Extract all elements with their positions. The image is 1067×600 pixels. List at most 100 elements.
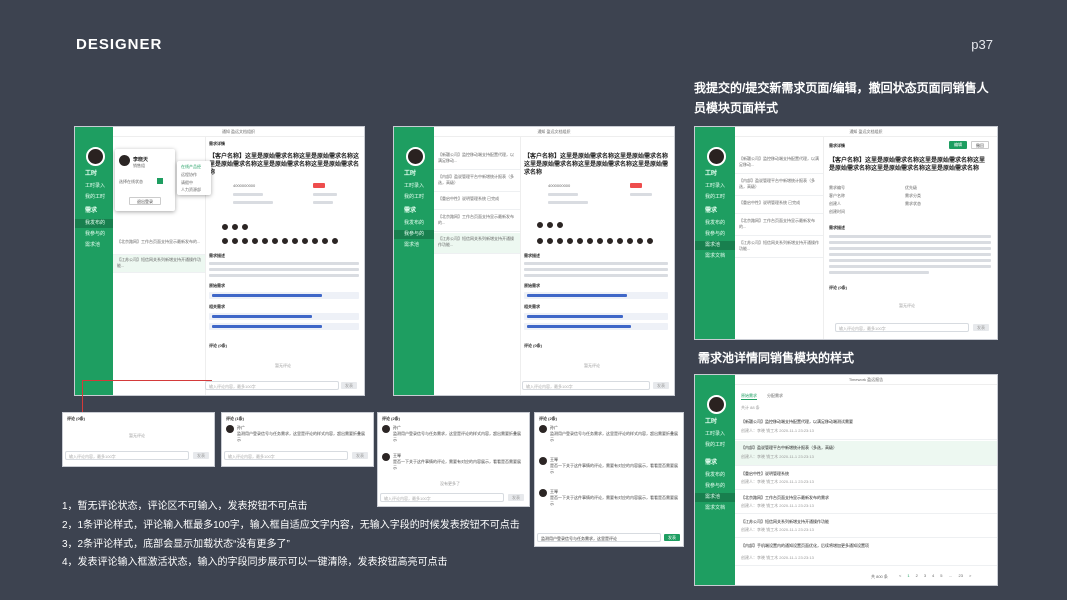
list-item[interactable]: 【江苏公司】短信网关系列新增支持开通操作功能...	[735, 237, 823, 258]
sidebar-item[interactable]: 我发布的	[695, 471, 735, 480]
sidebar-item-sel[interactable]: 我参与的	[394, 230, 434, 239]
tab-raw[interactable]: 原始需求	[741, 393, 757, 400]
send-button[interactable]: 发表	[973, 324, 989, 331]
logout-button[interactable]: 退出登录	[129, 197, 161, 205]
comment-input[interactable]: 输入评论内容，最多100字	[65, 451, 189, 460]
avatar[interactable]	[707, 147, 726, 166]
sidebar-item[interactable]: 需求池	[394, 241, 434, 250]
sidebar-item-sel[interactable]: 我发布的	[75, 219, 113, 228]
page-link[interactable]: 5	[940, 573, 942, 578]
list-item[interactable]: 【北京路网】工作台页面支持显示最新发布的...	[113, 237, 205, 255]
send-button[interactable]: 发表	[193, 452, 209, 459]
comment-input[interactable]: 输入评论内容，最多100字	[224, 451, 348, 460]
sidebar-item[interactable]: 需求文档	[695, 252, 735, 261]
pool-item[interactable]: 【北京路网】工作台页面支持显示最新发布的需求 创建人：李晓 销工木 2020-11…	[735, 491, 997, 514]
send-button-active[interactable]: 发表	[664, 534, 680, 541]
page-prev[interactable]: <	[899, 573, 901, 578]
page-link[interactable]: 3	[924, 573, 926, 578]
comment-input[interactable]: 输入评论内容，最多100字	[835, 323, 969, 332]
list-item[interactable]: 【北京路网】工作台页面支持显示最新发布的...	[434, 211, 520, 232]
avatar	[226, 425, 234, 433]
sidebar-demand[interactable]: 需求	[695, 459, 735, 468]
pool-item[interactable]: 【江苏公司】短信网关系列新增支持开通操作功能 创建人：李晓 销工木 2020-11…	[735, 515, 997, 538]
tab-assigned[interactable]: 分配需求	[767, 393, 783, 399]
sidebar-item[interactable]: 我的工时	[75, 193, 113, 202]
sidebar-demand[interactable]: 需求	[75, 207, 113, 216]
detail-title: 【客户名称】这里是原始需求名称这里是原始需求名称这里是原始需求名称这里是原始需求…	[209, 154, 360, 176]
list-item[interactable]: 【内部】盈说管理平台中新增统计报表（多选，高级）	[434, 171, 520, 192]
field-value: 4000000000	[548, 183, 571, 188]
send-button[interactable]: 发表	[508, 494, 524, 501]
sidebar-item[interactable]: 需求池	[75, 241, 113, 250]
sidebar-item-sel[interactable]: 需求池	[695, 241, 735, 250]
sidebar-item[interactable]: 工时录入	[695, 182, 735, 191]
brand-logo: DESIGNER	[76, 36, 163, 53]
sidebar-demand[interactable]: 需求	[394, 207, 434, 216]
status-option[interactable]: 人力资源部	[181, 187, 201, 193]
list-item[interactable]: 【江苏公司】短信网关系列新增支持开通操作功能...	[113, 255, 205, 273]
field-key: 优先级	[905, 185, 917, 190]
sidebar-item[interactable]: 我发布的	[695, 219, 735, 228]
comment-entry: 孙广 监测用户登录信号与任务需求，这里是评论的样式内容，超出需要折叠展示	[226, 425, 366, 445]
send-button[interactable]: 发表	[341, 382, 357, 389]
avatar[interactable]	[707, 395, 726, 414]
sidebar-work[interactable]: 工时	[75, 170, 113, 179]
list-item[interactable]: 【新疆公司】监控移动端支持配置代理，以满足移动...	[735, 153, 823, 174]
sidebar-item[interactable]: 工时录入	[394, 182, 434, 191]
comment-input[interactable]: 输入评论内容，最多100字	[522, 381, 650, 390]
send-button[interactable]: 发表	[653, 382, 669, 389]
detail-header: 需求详情	[209, 141, 225, 146]
pool-item[interactable]: 【内部】盈说管理平台中新增统计报表（多选，高级） 创建人：李晓 销工木 2020-…	[735, 441, 997, 466]
sidebar-item[interactable]: 工时录入	[695, 430, 735, 439]
section-desc: 需求描述	[829, 225, 845, 230]
status-option[interactable]: 请假中	[181, 180, 193, 186]
list-item[interactable]: 【内部】盈说管理平台中新增统计报表（多选，高级）	[735, 175, 823, 196]
list-item[interactable]: 【北京路网】工作台页面支持显示最新发布的...	[735, 215, 823, 236]
list-column: 【新疆公司】监控移动端支持配置代理，以满足移动... 【内部】盈说管理平台中新增…	[434, 137, 521, 395]
sidebar-demand[interactable]: 需求	[695, 207, 735, 216]
section-attach: 原始需求	[524, 283, 540, 288]
page-link[interactable]: 1	[907, 573, 909, 578]
pool-item[interactable]: 【内部】手机端设置内的通知设置页面优化，后续将增加更多通知设置项 创建人：李晓 销…	[735, 539, 997, 566]
edit-button[interactable]: 编辑	[949, 141, 967, 149]
page-link[interactable]: 23	[959, 573, 963, 578]
sidebar-item[interactable]: 我参与的	[75, 230, 113, 239]
list-item[interactable]: 【新疆公司】监控移动端支持配置代理，以满足移动...	[434, 149, 520, 170]
avatar[interactable]	[406, 147, 425, 166]
sidebar-item[interactable]: 我的工时	[695, 193, 735, 202]
sidebar-item[interactable]: 我发布的	[394, 219, 434, 228]
sidebar: 工时 工时录入 我的工时 需求 我发布的 我参与的 需求池	[75, 127, 113, 395]
sidebar-work[interactable]: 工时	[695, 170, 735, 179]
list-item[interactable]: 【江苏公司】短信网关系列新增支持开通操作功能...	[434, 233, 520, 254]
sidebar-work[interactable]: 工时	[394, 170, 434, 179]
avatar	[382, 425, 390, 433]
status-option[interactable]: 远程协作	[181, 172, 197, 178]
comments-label: 评论 (2条)	[382, 416, 400, 421]
detail-title: 【客户名称】这里是原始需求名称这里是原始需求名称这里是原始需求名称这里是原始需求…	[829, 158, 986, 172]
comment-input-active[interactable]: 监测用户登录信号与任务需求，这里是评论	[537, 533, 661, 542]
page-link[interactable]: 2	[916, 573, 918, 578]
sidebar-item[interactable]: 我的工时	[695, 441, 735, 450]
list-item[interactable]: 【重启中性】说明管理系统 已完成	[735, 197, 823, 214]
pool-item[interactable]: 【新疆公司】监控移动端支持配置代理，以满足移动端测试需要 创建人：李晓 销工木 2…	[735, 415, 997, 440]
avatar[interactable]	[86, 147, 105, 166]
sidebar-item[interactable]: 我的工时	[394, 193, 434, 202]
sidebar-item[interactable]: 我参与的	[695, 482, 735, 491]
page-next[interactable]: >	[969, 573, 971, 578]
sidebar-item[interactable]: 需求文档	[695, 504, 735, 513]
sidebar-item[interactable]: 我参与的	[695, 230, 735, 239]
pool-item[interactable]: 【重启中性】说明管理系统 创建人：李晓 销工木 2020-11-1 23:23:1…	[735, 467, 997, 490]
status-toggle[interactable]	[157, 178, 163, 184]
sidebar-work[interactable]: 工时	[695, 418, 735, 427]
comments-label: 评论 (0条)	[209, 343, 227, 348]
page-link[interactable]: 4	[932, 573, 934, 578]
comment-input[interactable]: 输入评论内容，最多100字	[380, 493, 504, 502]
comment-input[interactable]: 输入评论内容，最多100字	[205, 381, 339, 390]
list-item[interactable]: 【重启中性】说明管理系统 已完成	[434, 193, 520, 210]
send-button[interactable]: 发表	[352, 452, 368, 459]
sidebar-item-sel[interactable]: 需求池	[695, 493, 735, 502]
status-option[interactable]: 在线产品经	[181, 164, 201, 170]
status-label: 选择在线状态	[119, 179, 143, 184]
withdraw-button[interactable]: 撤回	[971, 141, 989, 149]
sidebar-item[interactable]: 工时录入	[75, 182, 113, 191]
